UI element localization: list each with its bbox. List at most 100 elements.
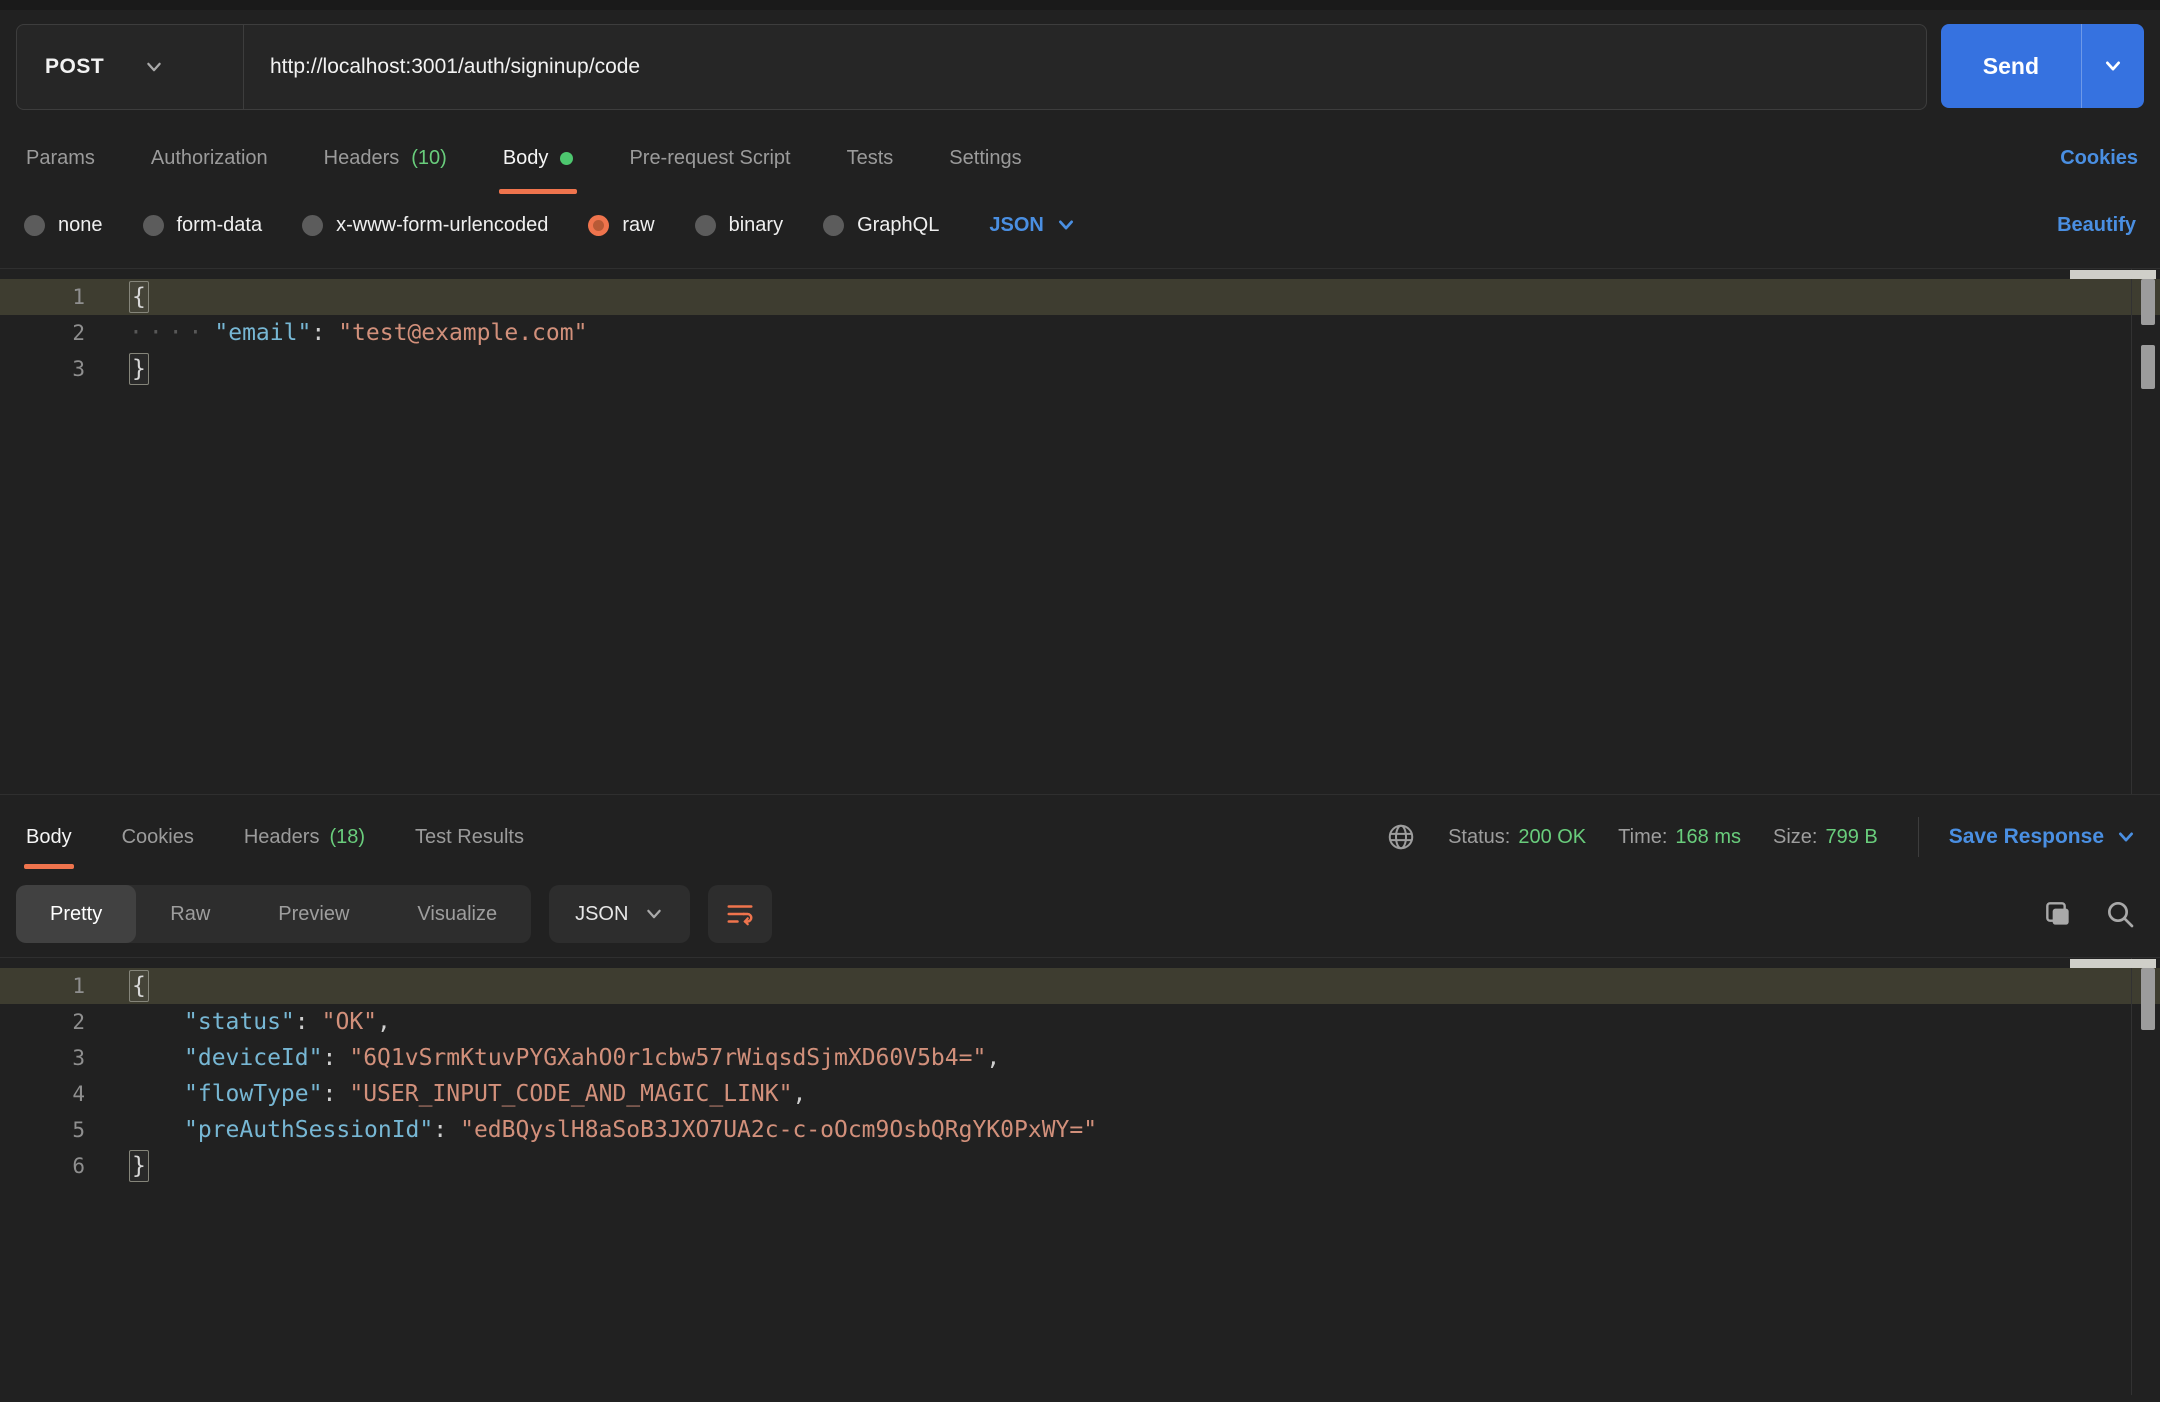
colon-token: :: [433, 1117, 447, 1143]
mode-x-www-form-urlencoded[interactable]: x-www-form-urlencoded: [302, 214, 548, 237]
code-line: 2 ····"email":"test@example.com": [0, 315, 2160, 351]
json-key-token: "flowType": [184, 1081, 322, 1107]
code-line: 2 "status": "OK",: [0, 1004, 2160, 1040]
view-visualize[interactable]: Visualize: [383, 885, 531, 943]
tab-body[interactable]: Body: [499, 122, 578, 194]
send-split-button: Send: [1941, 24, 2144, 108]
horizontal-scrollbar-thumb[interactable]: [2070, 270, 2156, 279]
send-options-button[interactable]: [2081, 24, 2144, 108]
chevron-down-icon: [644, 904, 664, 924]
time-pair: Time: 168 ms: [1618, 826, 1741, 849]
search-icon[interactable]: [2104, 898, 2136, 930]
code-line: 1 {: [0, 279, 2160, 315]
body-modified-dot: [560, 152, 573, 165]
method-label: POST: [45, 55, 104, 79]
code-line: 5 "preAuthSessionId":"edBQyslH8aSoB3JXO7…: [0, 1112, 2160, 1148]
tab-tests[interactable]: Tests: [843, 122, 898, 194]
editor-padding: [0, 958, 2160, 968]
postman-app: POST http://localhost:3001/auth/signinup…: [0, 0, 2160, 1402]
json-value-token: "edBQyslH8aSoB3JXO7UA2c-c-oOcm9OsbQRgYK0…: [460, 1117, 1097, 1143]
view-raw[interactable]: Raw: [136, 885, 244, 943]
request-body-editor[interactable]: 1 { 2 ····"email":"test@example.com" 3 }: [0, 268, 2160, 794]
code-line: 3 "deviceId":"6Q1vSrmKtuvPYGXahO0r1cbw57…: [0, 1040, 2160, 1076]
view-pretty[interactable]: Pretty: [16, 885, 136, 943]
close-brace-token: }: [129, 1150, 149, 1182]
editor-scrollbar[interactable]: [2131, 958, 2160, 1395]
chevron-down-icon: [1056, 215, 1076, 235]
close-brace-token: }: [129, 353, 149, 385]
json-value-token: "test@example.com": [338, 320, 587, 346]
radio-icon: [695, 215, 716, 236]
tab-pre-request-script[interactable]: Pre-request Script: [625, 122, 794, 194]
tab-headers[interactable]: Headers (10): [320, 122, 451, 194]
raw-language-selector[interactable]: JSON: [989, 214, 1075, 237]
request-bar: POST http://localhost:3001/auth/signinup…: [0, 10, 2160, 122]
response-body-editor[interactable]: 1 { 2 "status": "OK", 3 "deviceId":"6Q1vS…: [0, 957, 2160, 1395]
response-tab-headers[interactable]: Headers (18): [242, 795, 367, 879]
line-number: 2: [0, 1010, 85, 1034]
response-tool-icons: [2042, 898, 2144, 930]
size-value: 799 B: [1825, 826, 1877, 849]
json-value-token: "OK": [322, 1009, 377, 1035]
copy-icon[interactable]: [2042, 898, 2074, 930]
radio-icon: [823, 215, 844, 236]
comma-token: ,: [377, 1009, 391, 1035]
code-line: 1 {: [0, 968, 2160, 1004]
open-brace-token: {: [129, 970, 149, 1002]
tab-authorization[interactable]: Authorization: [147, 122, 272, 194]
wrap-text-icon: [725, 899, 755, 929]
line-number: 2: [0, 321, 85, 345]
radio-icon: [302, 215, 323, 236]
comma-token: ,: [986, 1045, 1000, 1071]
whitespace-dots: ····: [129, 320, 208, 346]
json-key-token: "deviceId": [184, 1045, 322, 1071]
radio-icon: [143, 215, 164, 236]
save-response-button[interactable]: Save Response: [1949, 825, 2136, 849]
tab-settings[interactable]: Settings: [945, 122, 1025, 194]
editor-padding: [0, 269, 2160, 279]
colon-token: :: [295, 1009, 309, 1035]
send-button[interactable]: Send: [1941, 24, 2081, 108]
method-selector[interactable]: POST: [17, 25, 244, 109]
globe-icon[interactable]: [1386, 822, 1416, 852]
view-preview[interactable]: Preview: [244, 885, 383, 943]
open-brace-token: {: [129, 281, 149, 313]
response-view-switch: Pretty Raw Preview Visualize: [16, 885, 531, 943]
mode-raw[interactable]: raw: [588, 214, 654, 237]
editor-scrollbar[interactable]: [2131, 269, 2160, 794]
status-pair: Status: 200 OK: [1448, 826, 1586, 849]
code-line: 4 "flowType":"USER_INPUT_CODE_AND_MAGIC_…: [0, 1076, 2160, 1112]
mode-binary[interactable]: binary: [695, 214, 783, 237]
line-number: 1: [0, 974, 85, 998]
colon-token: :: [322, 1081, 336, 1107]
chevron-down-icon: [2116, 827, 2136, 847]
headers-count-badge: (10): [411, 147, 447, 170]
request-tabs: Params Authorization Headers (10) Body P…: [0, 122, 2160, 194]
mode-graphql[interactable]: GraphQL: [823, 214, 939, 237]
json-key-token: "status": [184, 1009, 295, 1035]
url-input[interactable]: http://localhost:3001/auth/signinup/code: [244, 25, 1926, 109]
size-pair: Size: 799 B: [1773, 826, 1878, 849]
response-toolbar: Pretty Raw Preview Visualize JSON: [0, 879, 2160, 957]
code-line: 6 }: [0, 1148, 2160, 1184]
response-tab-test-results[interactable]: Test Results: [413, 795, 526, 879]
cookies-link[interactable]: Cookies: [2060, 147, 2138, 170]
tab-params[interactable]: Params: [22, 122, 99, 194]
mode-form-data[interactable]: form-data: [143, 214, 263, 237]
vertical-scrollbar-thumb[interactable]: [2141, 279, 2155, 325]
horizontal-scrollbar-thumb[interactable]: [2070, 959, 2156, 968]
line-number: 6: [0, 1154, 85, 1178]
response-tab-cookies[interactable]: Cookies: [120, 795, 196, 879]
overview-ruler-mark: [2141, 345, 2155, 389]
vertical-scrollbar-thumb[interactable]: [2141, 968, 2155, 1030]
response-language-selector[interactable]: JSON: [549, 885, 690, 943]
beautify-link[interactable]: Beautify: [2057, 214, 2136, 237]
line-number: 5: [0, 1118, 85, 1142]
response-meta: Status: 200 OK Time: 168 ms Size: 799 B …: [1386, 817, 2136, 857]
json-key-token: "email": [214, 320, 311, 346]
response-header: Body Cookies Headers (18) Test Results S…: [0, 794, 2160, 879]
mode-none[interactable]: none: [24, 214, 103, 237]
json-value-token: "6Q1vSrmKtuvPYGXahO0r1cbw57rWiqsdSjmXD60…: [349, 1045, 986, 1071]
wrap-lines-button[interactable]: [708, 885, 772, 943]
response-tab-body[interactable]: Body: [24, 795, 74, 879]
